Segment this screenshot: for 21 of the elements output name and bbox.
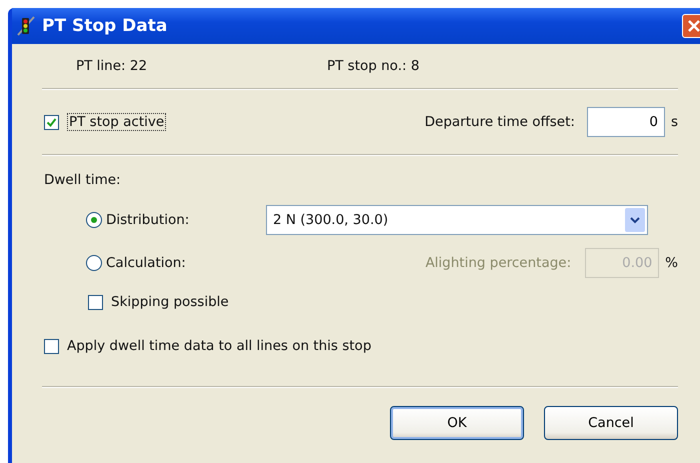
radio-option[interactable]: Distribution: bbox=[86, 212, 266, 228]
radio-option[interactable]: Calculation: bbox=[86, 254, 266, 270]
pt-stop-text: PT stop no.: 8 bbox=[327, 58, 420, 74]
dialog-button[interactable]: Cancel bbox=[544, 406, 678, 440]
traffic-light-icon bbox=[16, 15, 36, 37]
pt-line-text: PT line: 22 bbox=[76, 58, 148, 74]
offset-field[interactable]: 0 bbox=[586, 107, 665, 137]
dwell-label: Dwell time: bbox=[43, 171, 122, 190]
alighting-label: Alighting percentage: bbox=[425, 254, 572, 270]
window-title: PT Stop Data bbox=[42, 16, 168, 36]
offset-label: Departure time offset: bbox=[424, 114, 575, 130]
chevron-down-icon bbox=[630, 216, 640, 224]
skipping-checkbox[interactable]: Skipping possible bbox=[86, 284, 678, 320]
distribution-dropdown[interactable]: 2 N (300.0, 30.0) bbox=[266, 204, 648, 234]
percent-text: % bbox=[665, 254, 678, 270]
close-icon bbox=[686, 18, 700, 34]
dialog-button[interactable]: OK bbox=[390, 406, 524, 440]
checkmark-icon bbox=[46, 116, 57, 128]
apply-all-checkbox[interactable]: Apply dwell time data to all lines on this stop bbox=[32, 320, 678, 372]
unit-text: s bbox=[670, 114, 678, 130]
close-button[interactable] bbox=[682, 14, 700, 38]
